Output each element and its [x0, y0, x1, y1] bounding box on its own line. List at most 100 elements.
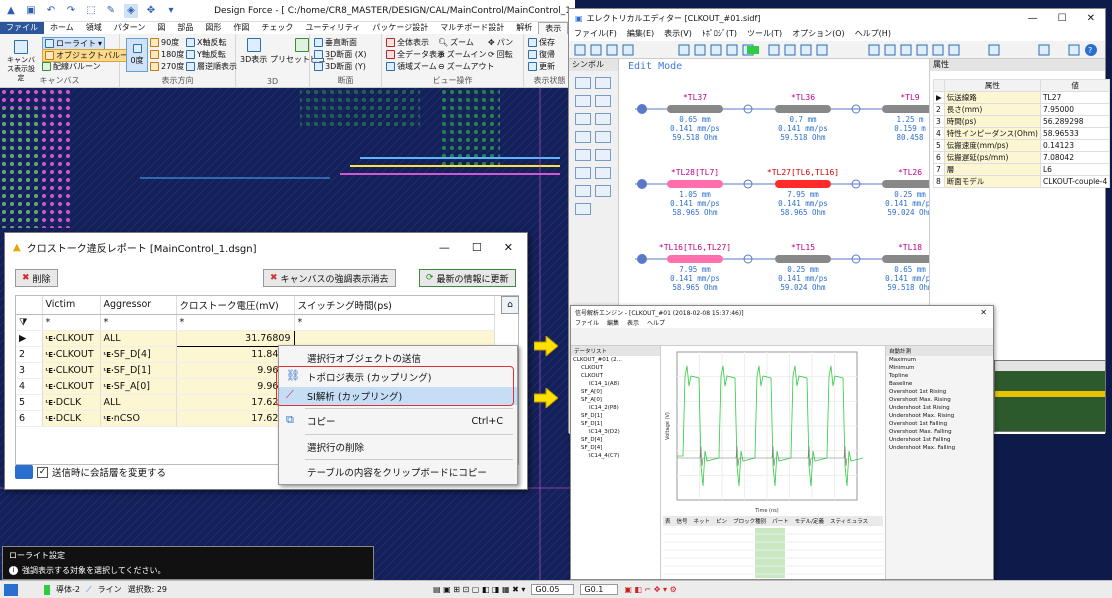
tree-item[interactable]: SF_A[0]: [571, 388, 660, 396]
symbol-button[interactable]: [575, 185, 591, 197]
tree-item[interactable]: SF_D[4]: [571, 436, 660, 444]
property-row[interactable]: 5 伝搬速度(mm/ps) 0.14123: [933, 139, 1111, 152]
property-value[interactable]: 7.08042: [1039, 151, 1111, 164]
reverse-layer-button[interactable]: 層逆順表示: [186, 61, 237, 72]
tab-pattern[interactable]: パターン: [108, 22, 152, 34]
menu-item-send-selected[interactable]: 選択行オブジェクトの送信: [279, 349, 517, 367]
rotate-button[interactable]: ⟳ 回転: [488, 49, 513, 60]
property-row[interactable]: 3 時間(ps) 56.289298: [933, 115, 1111, 128]
symbol-button[interactable]: [595, 167, 611, 179]
zoom-button[interactable]: 🔍︎ ズーム: [438, 37, 474, 48]
tab-area[interactable]: 領域: [80, 22, 108, 34]
si-toolbar[interactable]: [571, 328, 993, 346]
menu-item-delete-selected[interactable]: 選択行の削除: [279, 438, 517, 456]
fit-all-button[interactable]: 全体表示: [386, 37, 429, 48]
redo-icon[interactable]: ↷: [64, 4, 78, 18]
property-row[interactable]: 4 特性インピーダンス(Ohm) 58.96533: [933, 127, 1111, 140]
tab-utility[interactable]: ユーティリティ: [299, 22, 366, 34]
voltage-column-header[interactable]: クロストーク電圧(mV): [176, 296, 295, 315]
flip-x-button[interactable]: X軸反転: [186, 37, 226, 48]
measure-item[interactable]: Overshoot 1st Rising: [886, 388, 993, 396]
si-menu-view[interactable]: 表示: [627, 318, 639, 328]
measure-item[interactable]: Undershoot 1st Falling: [886, 436, 993, 444]
property-row[interactable]: 8 断面モデル CLKOUT-couple-4: [933, 175, 1111, 188]
grid-select-2[interactable]: G0.1: [580, 584, 619, 595]
edit-icon[interactable]: ✎: [104, 4, 118, 18]
property-value[interactable]: CLKOUT-couple-4: [1039, 175, 1111, 188]
measure-item[interactable]: Undershoot Max. Rising: [886, 412, 993, 420]
delete-button[interactable]: ✖ 削除: [15, 269, 58, 287]
property-value[interactable]: L6: [1039, 163, 1111, 176]
symbol-button[interactable]: [575, 113, 591, 125]
symbol-button[interactable]: [575, 149, 591, 161]
flip-y-button[interactable]: Y軸反転: [186, 49, 226, 60]
save-state-button[interactable]: 保存: [528, 37, 555, 48]
symbol-button[interactable]: [575, 167, 591, 179]
property-value[interactable]: 0.14123: [1039, 139, 1111, 152]
tab-file[interactable]: ファイル: [0, 22, 44, 34]
maximize-icon[interactable]: ☐: [472, 241, 482, 254]
measure-item[interactable]: Undershoot Max. Falling: [886, 444, 993, 452]
symbol-button[interactable]: [595, 185, 611, 197]
highlight-icon[interactable]: ◈: [124, 3, 138, 18]
rotate-90-button[interactable]: 90度: [150, 37, 179, 48]
change-layer-checkbox[interactable]: ✓: [37, 466, 48, 478]
select-icon[interactable]: ⬚: [84, 4, 98, 18]
toolbar-icons[interactable]: ?: [569, 41, 1105, 59]
area-zoom-button[interactable]: 領域ズーム: [386, 61, 437, 72]
aggressor-filter[interactable]: *: [100, 314, 177, 331]
si-menu-edit[interactable]: 編集: [607, 318, 619, 328]
tree-item[interactable]: SF_A[0]: [571, 396, 660, 404]
tab-package[interactable]: パッケージ設計: [366, 22, 434, 34]
vertical-section-button[interactable]: 垂直断面: [314, 37, 357, 48]
tree-item[interactable]: CLKOUT: [571, 372, 660, 380]
tab-shapes[interactable]: 図形: [199, 22, 227, 34]
menu-tools[interactable]: ツール(T): [742, 27, 787, 41]
tree-item[interactable]: CLKOUT: [571, 364, 660, 372]
menu-item-copy[interactable]: ⧉ コピー Ctrl+C: [279, 412, 517, 430]
switching-time-column-header[interactable]: スイッチング時間(ps): [294, 296, 495, 315]
tab-multiboard[interactable]: マルチボード設計: [434, 22, 510, 34]
rotate-270-button[interactable]: 270度: [150, 61, 184, 72]
tree-item[interactable]: SF_D[1]: [571, 420, 660, 428]
minimize-icon[interactable]: —: [1028, 13, 1038, 24]
pan-icon[interactable]: ✥: [144, 4, 158, 18]
close-icon[interactable]: ✕: [504, 241, 513, 254]
symbol-receiver-button[interactable]: [595, 77, 611, 89]
property-row[interactable]: 2 長さ(mm) 7.95000: [933, 103, 1111, 116]
home-icon[interactable]: ⌂: [501, 296, 519, 314]
property-value[interactable]: 58.96533: [1039, 127, 1111, 140]
layer-icon[interactable]: [4, 583, 18, 596]
zoom-out-button[interactable]: ⊖ ズームアウト: [438, 61, 494, 72]
table-row[interactable]: ▶ ᴸE·CLKOUT ALL 31.76809: [16, 329, 495, 347]
restore-state-button[interactable]: 復帰: [528, 49, 555, 60]
update-state-button[interactable]: 更新: [528, 61, 555, 72]
customize-icon[interactable]: ▾: [164, 4, 178, 18]
property-row[interactable]: 7 層 L6: [933, 163, 1111, 176]
voltage-cell[interactable]: 31.76809: [175, 329, 295, 347]
menu-edit[interactable]: 編集(E): [622, 27, 659, 41]
symbol-button[interactable]: [575, 203, 591, 215]
symbol-button[interactable]: [595, 113, 611, 125]
rotate-180-button[interactable]: 180度: [150, 49, 184, 60]
refresh-button[interactable]: ⟳ 最新の情報に更新: [419, 269, 516, 287]
aggressor-column-header[interactable]: Aggressor: [100, 296, 177, 315]
property-row[interactable]: 6 伝搬遅延(ps/mm) 7.08042: [933, 151, 1111, 164]
tab-view[interactable]: 表示: [538, 22, 569, 34]
menu-item-copy-table[interactable]: テーブルの内容をクリップボードにコピー: [279, 463, 517, 481]
measure-item[interactable]: Baseline: [886, 380, 993, 388]
menu-view[interactable]: 表示(V): [659, 27, 697, 41]
tab-parts[interactable]: 部品: [171, 22, 199, 34]
zoom-in-button[interactable]: ⊕ ズームイン: [438, 49, 486, 60]
tab-check[interactable]: チェック: [255, 22, 299, 34]
symbol-button[interactable]: [595, 131, 611, 143]
tree-item[interactable]: IC14_1(A8): [571, 380, 660, 388]
pan-button[interactable]: ✥ パン: [488, 37, 513, 48]
menu-topology[interactable]: ﾄﾎﾟﾛｼﾞ(T): [697, 27, 742, 41]
tree-item[interactable]: IC14_3(D2): [571, 428, 660, 436]
symbol-button[interactable]: [595, 149, 611, 161]
property-row[interactable]: ▶ 伝送線路 TL27: [933, 91, 1111, 104]
symbol-button[interactable]: [595, 95, 611, 107]
3d-view-button[interactable]: 3D表示: [240, 38, 267, 65]
symbol-button[interactable]: [575, 95, 591, 107]
